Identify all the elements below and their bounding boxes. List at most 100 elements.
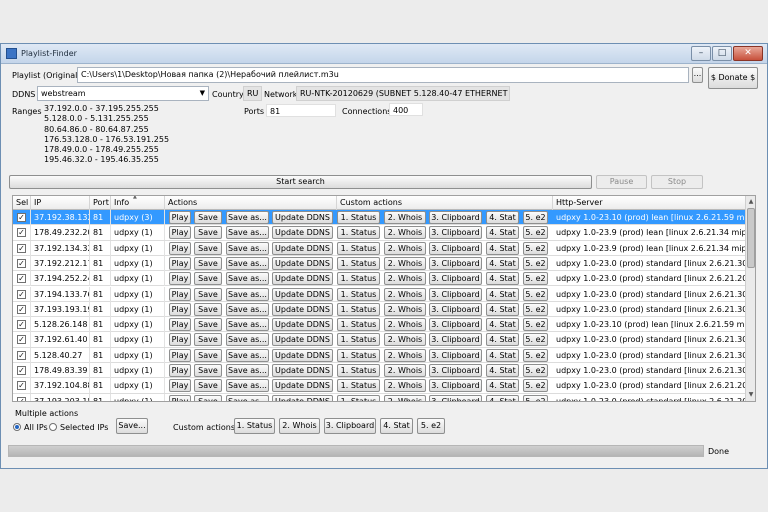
clipboard-button[interactable]: 3. Clipboard <box>429 379 482 393</box>
status-button[interactable]: 1. Status <box>337 226 380 240</box>
clipboard-button[interactable]: 3. Clipboard <box>429 241 482 255</box>
play-button[interactable]: Play <box>169 302 191 316</box>
clipboard-button[interactable]: 3. Clipboard <box>429 211 482 224</box>
stat-button[interactable]: 4. Stat <box>486 287 519 301</box>
save-button[interactable]: Save <box>194 211 222 224</box>
save-as-button[interactable]: Save as... <box>226 272 269 286</box>
table-row[interactable]: ✓ 37.194.133.76 81 udpxy (1) Play Save Save as… <box>13 286 745 302</box>
play-button[interactable]: Play <box>169 211 191 224</box>
e2-button[interactable]: 5. e2 <box>523 333 548 347</box>
stat-button[interactable]: 4. Stat <box>486 394 519 401</box>
save-button[interactable]: Save <box>194 348 222 362</box>
save-as-button[interactable]: Save as... <box>226 256 269 270</box>
table-row[interactable]: ✓ 178.49.83.39 81 udpxy (1) Play Save Save as.… <box>13 363 745 379</box>
update-ddns-button[interactable]: Update DDNS <box>272 241 333 255</box>
save-button[interactable]: Save <box>194 394 222 401</box>
save-as-button[interactable]: Save as... <box>226 333 269 347</box>
table-row[interactable]: ✓ 5.128.40.27 81 udpxy (1) Play Save Save as..… <box>13 347 745 363</box>
row-checkbox[interactable]: ✓ <box>17 213 26 222</box>
start-search-button[interactable]: Start search <box>9 175 592 189</box>
donate-button[interactable]: $ Donate $ <box>708 67 758 89</box>
ddns-select[interactable]: webstream ▼ <box>37 86 209 101</box>
clipboard-button[interactable]: 3. Clipboard <box>429 256 482 270</box>
e2-button[interactable]: 5. e2 <box>523 348 548 362</box>
e2-button[interactable]: 5. e2 <box>523 241 548 255</box>
header-info[interactable]: Info ▲ <box>111 196 165 210</box>
save-as-button[interactable]: Save as... <box>226 348 269 362</box>
status-button[interactable]: 1. Status <box>337 333 380 347</box>
table-row[interactable]: ✓ 5.128.26.148 81 udpxy (1) Play Save Save as.… <box>13 317 745 333</box>
stat-button[interactable]: 4. Stat <box>486 226 519 240</box>
whois-button[interactable]: 2. Whois <box>384 272 426 286</box>
whois-button[interactable]: 2. Whois <box>384 241 426 255</box>
header-actions[interactable]: Actions <box>165 196 337 210</box>
header-http-server[interactable]: Http-Server <box>553 196 745 210</box>
table-row[interactable]: ✓ 37.193.203.15981udpxy (1) PlaySave Save a… <box>13 393 745 401</box>
pause-button[interactable]: Pause <box>596 175 647 189</box>
e2-button[interactable]: 5. e2 <box>523 394 548 401</box>
connections-input[interactable]: 400 <box>389 103 423 116</box>
clipboard-button[interactable]: 3. Clipboard <box>429 348 482 362</box>
save-as-button[interactable]: Save as... <box>226 226 269 240</box>
status-button[interactable]: 1. Status <box>337 272 380 286</box>
scroll-thumb[interactable] <box>747 208 755 268</box>
row-checkbox[interactable]: ✓ <box>17 228 26 238</box>
status-button[interactable]: 1. Status <box>337 211 380 224</box>
close-button[interactable]: ✕ <box>733 46 763 61</box>
save-button[interactable]: Save <box>194 226 222 240</box>
e2-button[interactable]: 5. e2 <box>523 226 548 240</box>
status-button[interactable]: 1. Status <box>337 256 380 270</box>
row-checkbox[interactable]: ✓ <box>17 258 26 268</box>
e2-button[interactable]: 5. e2 <box>523 211 548 224</box>
header-port[interactable]: Port <box>90 196 111 210</box>
stop-button[interactable]: Stop <box>651 175 703 189</box>
bulk-e2-button[interactable]: 5. e2 <box>417 418 445 434</box>
e2-button[interactable]: 5. e2 <box>523 379 548 393</box>
save-as-button[interactable]: Save as... <box>226 394 269 401</box>
update-ddns-button[interactable]: Update DDNS <box>272 333 333 347</box>
stat-button[interactable]: 4. Stat <box>486 256 519 270</box>
selected-ips-radio[interactable] <box>49 423 57 431</box>
row-checkbox[interactable]: ✓ <box>17 320 26 330</box>
clipboard-button[interactable]: 3. Clipboard <box>429 302 482 316</box>
table-row[interactable]: ✓ 178.49.232.20581udpxy (1) PlaySave Save a… <box>13 225 745 241</box>
whois-button[interactable]: 2. Whois <box>384 333 426 347</box>
save-as-button[interactable]: Save as... <box>226 302 269 316</box>
save-button[interactable]: Save <box>194 287 222 301</box>
save-all-button[interactable]: Save... <box>116 418 148 434</box>
play-button[interactable]: Play <box>169 272 191 286</box>
ranges-list[interactable]: 37.192.0.0 - 37.195.255.255 5.128.0.0 - … <box>44 104 234 172</box>
maximize-button[interactable]: □ <box>712 46 732 61</box>
clipboard-button[interactable]: 3. Clipboard <box>429 287 482 301</box>
whois-button[interactable]: 2. Whois <box>384 364 426 377</box>
save-as-button[interactable]: Save as... <box>226 318 269 332</box>
update-ddns-button[interactable]: Update DDNS <box>272 318 333 332</box>
save-button[interactable]: Save <box>194 256 222 270</box>
update-ddns-button[interactable]: Update DDNS <box>272 379 333 393</box>
results-table[interactable]: Sel IP Port Info ▲ Actions Custom action… <box>12 195 756 402</box>
play-button[interactable]: Play <box>169 226 191 240</box>
status-button[interactable]: 1. Status <box>337 302 380 316</box>
status-button[interactable]: 1. Status <box>337 379 380 393</box>
save-button[interactable]: Save <box>194 302 222 316</box>
ports-input[interactable]: 81 <box>266 104 336 117</box>
stat-button[interactable]: 4. Stat <box>486 318 519 332</box>
stat-button[interactable]: 4. Stat <box>486 348 519 362</box>
vertical-scrollbar[interactable]: ▲ ▼ <box>745 196 755 401</box>
table-row[interactable]: ✓ 37.192.212.17781udpxy (1) PlaySave Save a… <box>13 255 745 272</box>
minimize-button[interactable]: – <box>691 46 711 61</box>
status-button[interactable]: 1. Status <box>337 364 380 377</box>
bulk-whois-button[interactable]: 2. Whois <box>279 418 320 434</box>
row-checkbox[interactable]: ✓ <box>17 274 26 284</box>
header-ip[interactable]: IP <box>31 196 90 210</box>
bulk-status-button[interactable]: 1. Status <box>234 418 275 434</box>
e2-button[interactable]: 5. e2 <box>523 256 548 270</box>
update-ddns-button[interactable]: Update DDNS <box>272 302 333 316</box>
row-checkbox[interactable]: ✓ <box>17 289 26 299</box>
table-row[interactable]: ✓ 37.192.61.40 81 udpxy (1) Play Save Save as.… <box>13 332 745 348</box>
play-button[interactable]: Play <box>169 256 191 270</box>
whois-button[interactable]: 2. Whois <box>384 348 426 362</box>
stat-button[interactable]: 4. Stat <box>486 364 519 377</box>
status-button[interactable]: 1. Status <box>337 318 380 332</box>
save-as-button[interactable]: Save as... <box>226 379 269 393</box>
